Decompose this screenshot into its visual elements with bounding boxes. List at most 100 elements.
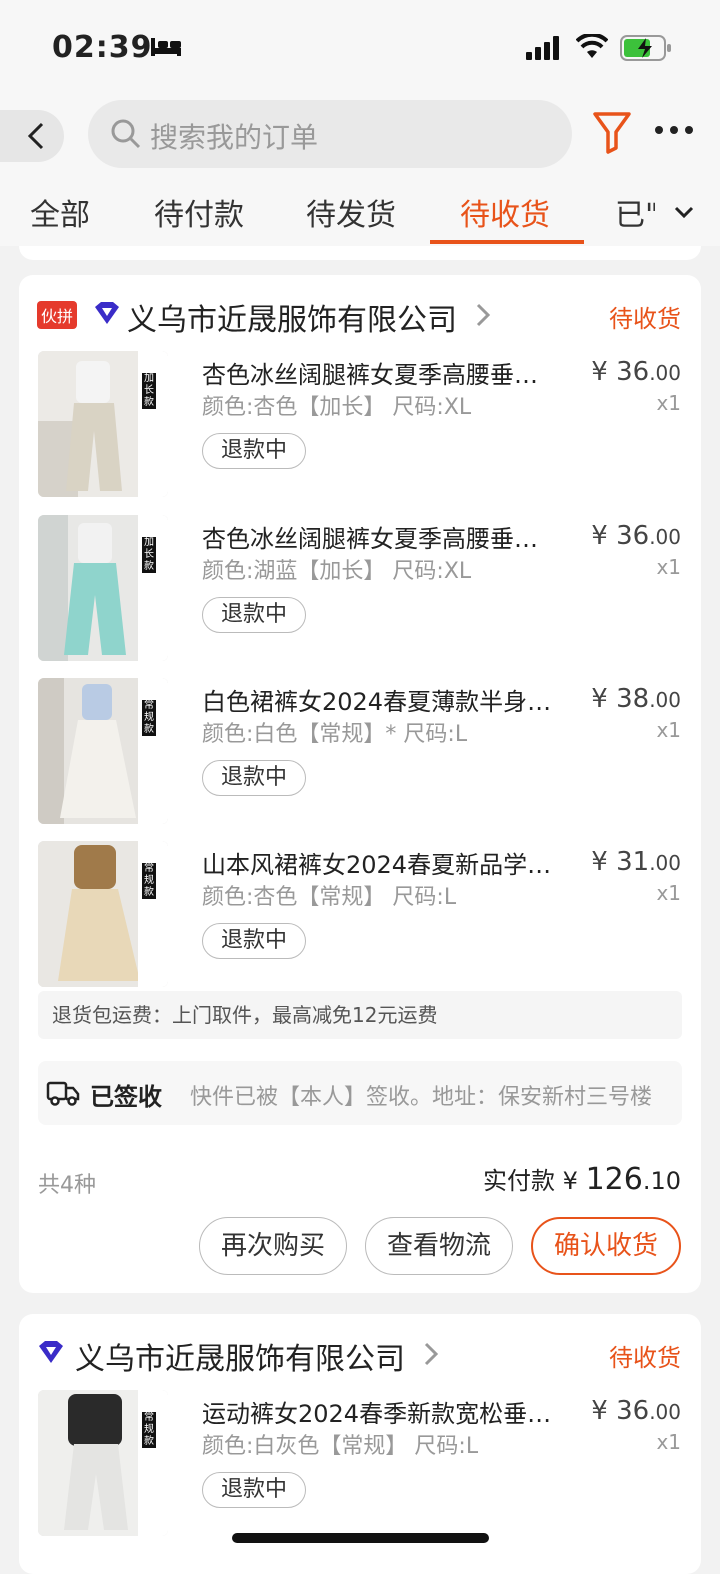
- diamond-icon: [95, 302, 119, 324]
- chevron-left-icon: [27, 122, 44, 150]
- more-options-icon[interactable]: [654, 120, 694, 140]
- truck-icon: [46, 1081, 80, 1106]
- price-integer: 31: [616, 847, 650, 877]
- product-quantity: x1: [656, 555, 681, 579]
- product-thumbnail[interactable]: 常规款: [38, 678, 168, 824]
- refund-status-button[interactable]: 退款中: [202, 1472, 306, 1508]
- tag-label: 加长款: [142, 373, 156, 409]
- price-decimal: .00: [649, 525, 681, 549]
- chevron-down-icon[interactable]: [670, 198, 698, 226]
- tag-label: 常规款: [142, 1412, 156, 1448]
- product-title[interactable]: 运动裤女2024春季新款宽松垂坠感卫裤: [202, 1394, 558, 1429]
- group-buy-badge: 伙拼: [37, 301, 78, 329]
- view-logistics-button[interactable]: 查看物流: [365, 1217, 513, 1275]
- status-bar: 02:39: [0, 0, 720, 96]
- product-title[interactable]: 白色裙裤女2024春夏薄款半身裙裤: [202, 682, 558, 717]
- product-spec: 颜色:杏色【常规】 尺码:L: [202, 885, 457, 910]
- wifi-icon: [576, 34, 608, 58]
- refund-status-button[interactable]: 退款中: [202, 923, 306, 959]
- tab-active-indicator: [430, 240, 584, 244]
- price-integer: 38: [616, 684, 650, 714]
- refund-status-button[interactable]: 退款中: [202, 597, 306, 633]
- confirm-receipt-button[interactable]: 确认收货: [531, 1217, 681, 1275]
- item-count: 共4种: [38, 1173, 96, 1198]
- search-bar[interactable]: 搜索我的订单: [88, 100, 572, 168]
- logistics-summary[interactable]: 已签收 快件已被【本人】签收。地址：保安新村三号楼: [38, 1061, 682, 1125]
- tab-completed[interactable]: 已": [615, 190, 655, 234]
- refund-status-button[interactable]: 退款中: [202, 433, 306, 469]
- product-quantity: x1: [656, 391, 681, 415]
- order-status: 待收货: [609, 1344, 681, 1372]
- product-quantity: x1: [656, 1430, 681, 1454]
- tab-all[interactable]: 全部: [30, 190, 90, 234]
- tab-pending-payment[interactable]: 待付款: [154, 190, 244, 234]
- price-integer: 36: [616, 521, 650, 551]
- product-thumbnail[interactable]: 加长款: [38, 351, 168, 497]
- product-spec: 颜色:杏色【加长】 尺码:XL: [202, 395, 472, 420]
- order-card: 伙拼 义乌市近晟服饰有限公司 待收货 加长款 杏色冰丝阔腿裤女夏季高腰垂坠感直筒…: [19, 275, 701, 1293]
- order-item[interactable]: 加长款 杏色冰丝阔腿裤女夏季高腰垂坠感直筒裤 颜色:杏色【加长】 尺码:XL ¥…: [19, 351, 701, 501]
- order-item[interactable]: 常规款 山本风裙裤女2024春夏新品学生阔腿裤 颜色:杏色【常规】 尺码:L ¥…: [19, 841, 701, 991]
- product-thumbnail[interactable]: 常规款: [38, 841, 168, 987]
- shop-name[interactable]: 义乌市近晟服饰有限公司: [127, 295, 457, 339]
- chevron-right-icon: [424, 1342, 439, 1366]
- product-thumbnail[interactable]: 加长款: [38, 515, 168, 661]
- paid-integer: 126: [585, 1162, 643, 1197]
- shop-name[interactable]: 义乌市近晟服饰有限公司: [75, 1334, 405, 1378]
- delivery-status: 已签收: [90, 1083, 162, 1111]
- length-tag: 加长款: [138, 515, 168, 661]
- shop-header[interactable]: 义乌市近晟服饰有限公司 待收货: [19, 1314, 701, 1390]
- total-paid: 实付款 ¥ 126.10: [483, 1161, 681, 1197]
- order-item[interactable]: 加长款 杏色冰丝阔腿裤女夏季高腰垂坠感直筒裤 颜色:湖蓝【加长】 尺码:XL ¥…: [19, 515, 701, 665]
- return-shipping-notice: 退货包运费：上门取件，最高减免12元运费: [38, 991, 682, 1039]
- product-price: ¥ 38.00: [591, 684, 681, 714]
- regular-tag: 常规款: [138, 678, 168, 824]
- status-time: 02:39: [52, 30, 153, 65]
- regular-tag: 常规款: [138, 1390, 168, 1536]
- refund-status-button[interactable]: 退款中: [202, 760, 306, 796]
- order-tabs: 全部 待付款 待发货 待收货 已": [0, 176, 720, 246]
- tag-label: 加长款: [142, 537, 156, 573]
- sleep-mode-icon: [151, 38, 181, 56]
- shop-header[interactable]: 伙拼 义乌市近晟服饰有限公司 待收货: [19, 275, 701, 351]
- home-indicator: [232, 1533, 489, 1543]
- diamond-icon: [39, 1341, 63, 1363]
- tab-pending-receipt[interactable]: 待收货: [460, 190, 550, 234]
- tag-label: 常规款: [142, 700, 156, 736]
- price-decimal: .00: [649, 1400, 681, 1424]
- product-title[interactable]: 杏色冰丝阔腿裤女夏季高腰垂坠感直筒裤: [202, 519, 558, 554]
- order-item[interactable]: 常规款 白色裙裤女2024春夏薄款半身裙裤 颜色:白色【常规】* 尺码:L ¥ …: [19, 678, 701, 828]
- price-decimal: .00: [649, 851, 681, 875]
- price-integer: 36: [616, 357, 650, 387]
- search-placeholder: 搜索我的订单: [150, 121, 319, 154]
- regular-tag: 常规款: [138, 841, 168, 987]
- product-spec: 颜色:白灰色【常规】 尺码:L: [202, 1434, 479, 1459]
- top-nav: 搜索我的订单: [0, 96, 720, 176]
- product-thumbnail[interactable]: 常规款: [38, 1390, 168, 1536]
- price-decimal: .00: [649, 688, 681, 712]
- cellular-signal-icon: [526, 36, 559, 60]
- product-price: ¥ 36.00: [591, 521, 681, 551]
- product-price: ¥ 36.00: [591, 1396, 681, 1426]
- back-button[interactable]: [0, 110, 64, 162]
- delivery-detail: 快件已被【本人】签收。地址：保安新村三号楼: [190, 1085, 653, 1110]
- filter-icon[interactable]: [592, 110, 632, 154]
- product-price: ¥ 36.00: [591, 357, 681, 387]
- tag-label: 常规款: [142, 863, 156, 899]
- product-title[interactable]: 杏色冰丝阔腿裤女夏季高腰垂坠感直筒裤: [202, 355, 558, 390]
- rebuy-button[interactable]: 再次购买: [199, 1217, 347, 1275]
- previous-card-edge: [19, 246, 701, 260]
- product-quantity: x1: [656, 881, 681, 905]
- product-title[interactable]: 山本风裙裤女2024春夏新品学生阔腿裤: [202, 845, 558, 880]
- paid-decimal: .10: [642, 1167, 681, 1195]
- product-price: ¥ 31.00: [591, 847, 681, 877]
- product-spec: 颜色:白色【常规】* 尺码:L: [202, 722, 468, 747]
- tab-pending-shipment[interactable]: 待发货: [306, 190, 396, 234]
- order-item[interactable]: 常规款 运动裤女2024春季新款宽松垂坠感卫裤 颜色:白灰色【常规】 尺码:L …: [19, 1390, 701, 1540]
- product-spec: 颜色:湖蓝【加长】 尺码:XL: [202, 559, 472, 584]
- paid-label: 实付款 ¥: [483, 1167, 586, 1195]
- search-icon: [111, 119, 141, 149]
- length-tag: 加长款: [138, 351, 168, 497]
- chevron-right-icon: [476, 303, 491, 327]
- price-integer: 36: [616, 1396, 650, 1426]
